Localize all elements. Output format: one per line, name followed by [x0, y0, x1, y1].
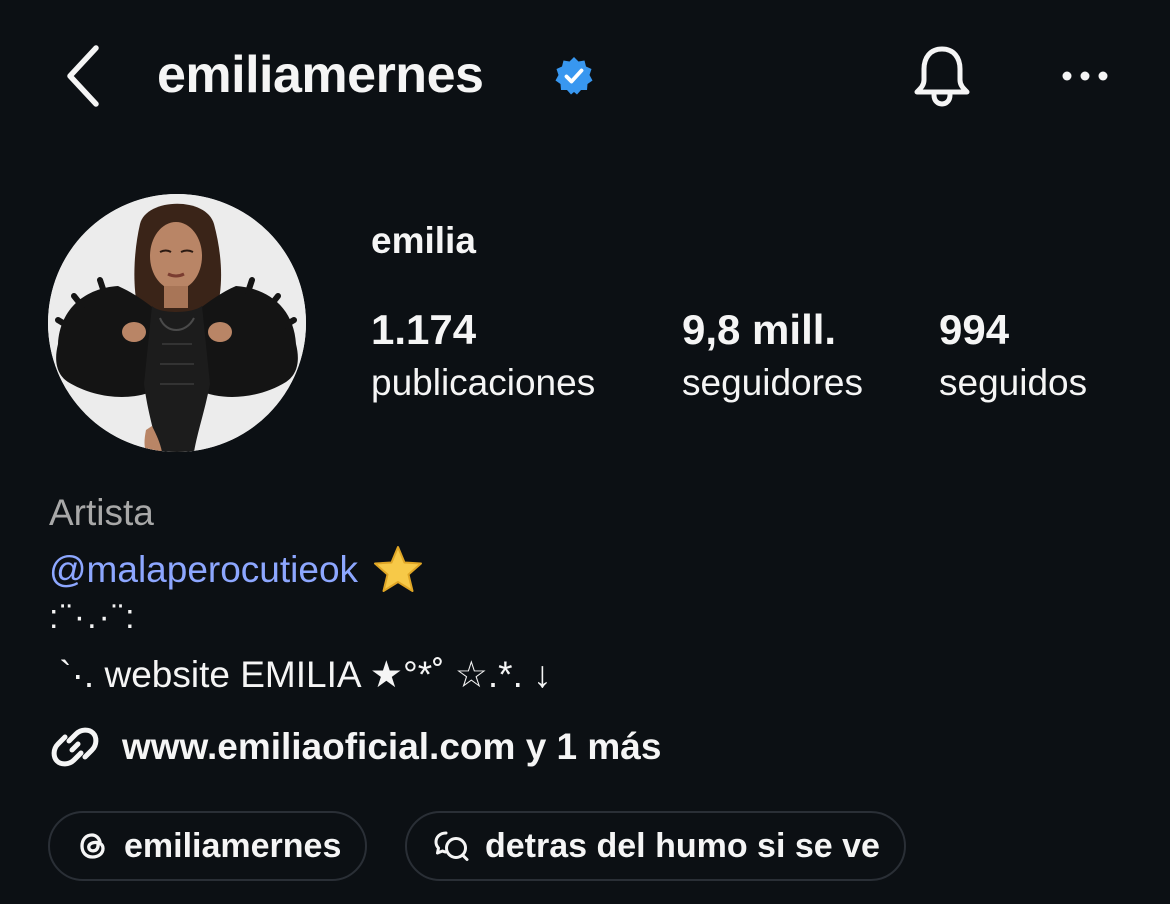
- followers-count-value: 9,8 mill.: [682, 306, 837, 353]
- star-emoji: [374, 546, 423, 592]
- following-count[interactable]: 994 seguidos: [939, 304, 1087, 410]
- profile-full-name: emilia: [371, 220, 476, 261]
- threads-icon: [80, 833, 105, 859]
- posts-count-value: 1.174: [371, 306, 477, 353]
- chevron-left-icon: [67, 45, 99, 107]
- following-count-value: 994: [939, 306, 1010, 353]
- posts-count-label: publicaciones: [371, 362, 596, 403]
- back-button[interactable]: [58, 40, 114, 112]
- bio-link-text: www.emiliaoficial.com y 1 más: [122, 726, 662, 767]
- followers-count[interactable]: 9,8 mill. seguidores: [682, 304, 863, 410]
- verified-badge-icon: [554, 56, 594, 96]
- posts-count[interactable]: 1.174 publicaciones: [371, 304, 595, 410]
- link-icon: [51, 727, 99, 767]
- profile-avatar[interactable]: [48, 194, 306, 452]
- bell-icon: [914, 46, 970, 107]
- notifications-bell-button[interactable]: [906, 40, 978, 112]
- threads-profile-label: emiliamernes: [124, 826, 342, 865]
- profile-photo: [48, 194, 306, 452]
- bio-website-line: `·. website EMILIA ★°*˚ ☆.*. ↓: [49, 654, 552, 695]
- following-count-label: seguidos: [939, 362, 1088, 403]
- broadcast-chat-icon: [434, 831, 469, 861]
- bio-decoration-line: :¨·.·¨:: [49, 598, 137, 636]
- bio-mention-link[interactable]: @malaperocutieok: [49, 549, 358, 591]
- followers-count-label: seguidores: [682, 362, 864, 403]
- profile-username: emiliamernes: [157, 46, 484, 104]
- threads-profile-button[interactable]: emiliamernes: [48, 811, 368, 881]
- bio-mention-row: @malaperocutieok: [49, 544, 424, 596]
- more-horizontal-icon: [1062, 71, 1108, 81]
- profile-category: Artista: [49, 492, 154, 533]
- bio-external-link[interactable]: www.emiliaoficial.com y 1 más: [48, 720, 661, 774]
- more-options-button[interactable]: [1056, 56, 1116, 96]
- broadcast-channel-button[interactable]: detras del humo si se ve: [405, 811, 906, 881]
- broadcast-channel-label: detras del humo si se ve: [485, 826, 880, 865]
